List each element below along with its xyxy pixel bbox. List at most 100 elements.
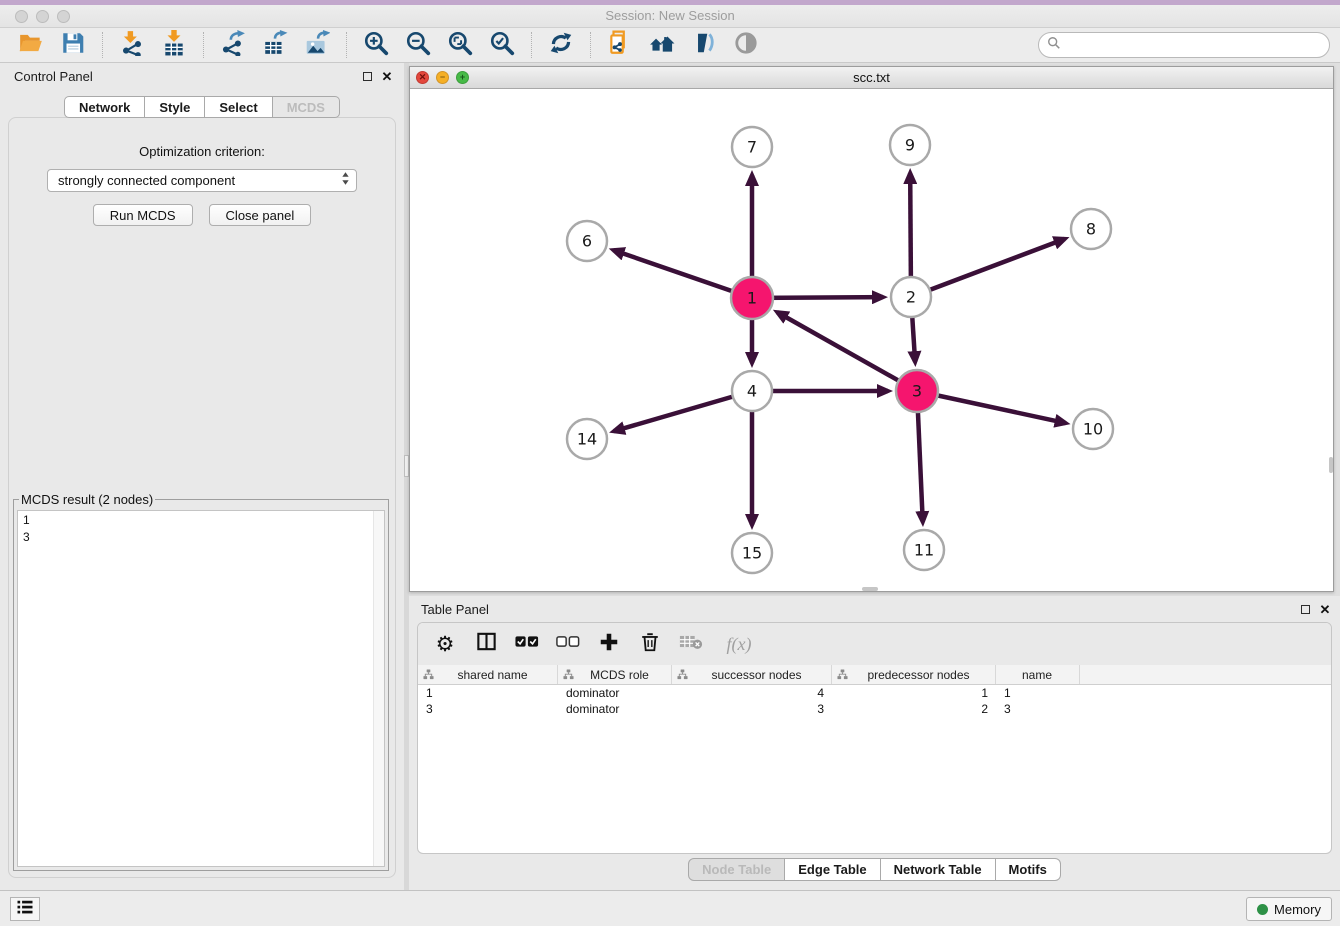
close-icon: ✕: [1320, 603, 1331, 616]
copy-network-button[interactable]: [602, 30, 638, 60]
table-cell[interactable]: 2: [832, 701, 996, 717]
function-builder-button[interactable]: f(x): [719, 631, 759, 657]
status-bar: Memory: [0, 890, 1340, 926]
eye-icon: [733, 30, 759, 61]
column-header-MCDS-role[interactable]: MCDS role: [558, 665, 672, 684]
control-panel-header: Control Panel ✕: [0, 63, 404, 89]
float-table-panel-button[interactable]: [1298, 602, 1312, 616]
zoom-out-button[interactable]: [400, 30, 436, 60]
table-cell[interactable]: 3: [418, 701, 558, 717]
tab-mcds[interactable]: MCDS: [273, 96, 340, 118]
float-panel-button[interactable]: [360, 69, 374, 83]
vertical-scroll-nub[interactable]: [1329, 457, 1333, 473]
close-mcds-panel-button[interactable]: Close panel: [209, 204, 312, 226]
table-row[interactable]: 3dominator323: [418, 701, 1331, 717]
run-mcds-button[interactable]: Run MCDS: [93, 204, 193, 226]
graph-node-10[interactable]: 10: [1073, 409, 1113, 449]
create-column-button[interactable]: [596, 631, 622, 657]
zoom-fit-button[interactable]: [442, 30, 478, 60]
annotations-button[interactable]: [686, 30, 722, 60]
export-table-button[interactable]: [257, 30, 293, 60]
task-history-button[interactable]: [10, 897, 40, 921]
graph-node-14[interactable]: 14: [567, 419, 607, 459]
save-session-button[interactable]: [55, 30, 91, 60]
graph-edge-2-8[interactable]: [911, 239, 1065, 297]
graph-edge-3-1[interactable]: [777, 312, 917, 391]
column-header-shared-name[interactable]: shared name: [418, 665, 558, 684]
export-network-button[interactable]: [215, 30, 251, 60]
table-cell[interactable]: dominator: [558, 685, 672, 701]
svg-text:15: 15: [742, 544, 762, 563]
refresh-layout-button[interactable]: [543, 30, 579, 60]
graph-node-3[interactable]: 3: [896, 370, 938, 412]
bird-eye-view-button[interactable]: [728, 30, 764, 60]
close-panel-button[interactable]: ✕: [380, 69, 394, 83]
tab-network-table[interactable]: Network Table: [881, 858, 996, 881]
graph-node-7[interactable]: 7: [732, 127, 772, 167]
tab-motifs[interactable]: Motifs: [996, 858, 1061, 881]
svg-text:8: 8: [1086, 220, 1096, 239]
column-header-name[interactable]: name: [996, 665, 1080, 684]
horizontal-scroll-nub[interactable]: [862, 587, 878, 591]
delete-column-button[interactable]: [637, 631, 663, 657]
column-visibility-button[interactable]: [473, 631, 499, 657]
optimization-criterion-select[interactable]: strongly connected component: [47, 169, 357, 192]
delete-table-button[interactable]: [678, 631, 704, 657]
table-row[interactable]: 1dominator411: [418, 685, 1331, 701]
table-cell[interactable]: 1: [996, 685, 1080, 701]
graph-node-4[interactable]: 4: [732, 371, 772, 411]
selected-option: strongly connected component: [58, 173, 341, 188]
export-image-button[interactable]: [299, 30, 335, 60]
network-graph: 7 9 6 8 1 2 4 3 14 10 15 11: [410, 89, 1333, 591]
search-field[interactable]: [1038, 32, 1330, 58]
column-header-successor-nodes[interactable]: successor nodes: [672, 665, 832, 684]
graph-edge-3-10[interactable]: [917, 391, 1066, 423]
tab-network[interactable]: Network: [64, 96, 145, 118]
graph-node-1[interactable]: 1: [731, 277, 773, 319]
import-table-button[interactable]: [156, 30, 192, 60]
result-scrollbar[interactable]: [373, 511, 384, 866]
table-header-row: shared nameMCDS rolesuccessor nodesprede…: [418, 665, 1331, 685]
search-input[interactable]: [1066, 38, 1321, 53]
unchecked-boxes-icon: [556, 635, 580, 653]
tab-style[interactable]: Style: [145, 96, 205, 118]
memory-status-icon: [1257, 904, 1268, 915]
table-settings-button[interactable]: ⚙: [432, 631, 458, 657]
close-table-panel-button[interactable]: ✕: [1318, 602, 1332, 616]
table-cell[interactable]: 1: [418, 685, 558, 701]
graph-node-8[interactable]: 8: [1071, 209, 1111, 249]
select-all-button[interactable]: [514, 631, 540, 657]
graph-node-6[interactable]: 6: [567, 221, 607, 261]
zoom-selected-button[interactable]: [484, 30, 520, 60]
table-cell[interactable]: 3: [996, 701, 1080, 717]
graph-node-2[interactable]: 2: [891, 277, 931, 317]
node-table-container: ⚙ f(x) shared nameMCDS rolesuccessor nod…: [417, 622, 1332, 854]
graph-node-9[interactable]: 9: [890, 125, 930, 165]
graph-node-15[interactable]: 15: [732, 533, 772, 573]
open-session-button[interactable]: [13, 30, 49, 60]
graph-node-11[interactable]: 11: [904, 530, 944, 570]
deselect-all-button[interactable]: [555, 631, 581, 657]
table-toolbar: ⚙ f(x): [418, 623, 1331, 665]
graph-edge-4-14[interactable]: [614, 391, 752, 431]
tab-node-table[interactable]: Node Table: [688, 858, 785, 881]
memory-button[interactable]: Memory: [1246, 897, 1332, 921]
zoom-in-button[interactable]: [358, 30, 394, 60]
svg-text:4: 4: [747, 382, 757, 401]
column-header-predecessor-nodes[interactable]: predecessor nodes: [832, 665, 996, 684]
tab-select[interactable]: Select: [205, 96, 272, 118]
refresh-icon: [548, 30, 574, 61]
table-cell[interactable]: 1: [832, 685, 996, 701]
import-network-button[interactable]: [114, 30, 150, 60]
table-cell[interactable]: 3: [672, 701, 832, 717]
svg-text:14: 14: [577, 430, 597, 449]
table-panel-tabs: Node TableEdge TableNetwork TableMotifs: [409, 858, 1340, 881]
network-canvas[interactable]: 7 9 6 8 1 2 4 3 14 10 15 11: [410, 89, 1333, 591]
network-window-titlebar[interactable]: ✕ − + scc.txt: [410, 67, 1333, 89]
table-cell[interactable]: dominator: [558, 701, 672, 717]
home-view-button[interactable]: [644, 30, 680, 60]
svg-text:1: 1: [747, 289, 757, 308]
table-cell[interactable]: 4: [672, 685, 832, 701]
tab-edge-table[interactable]: Edge Table: [785, 858, 880, 881]
mcds-result-textarea[interactable]: 13: [17, 510, 385, 867]
